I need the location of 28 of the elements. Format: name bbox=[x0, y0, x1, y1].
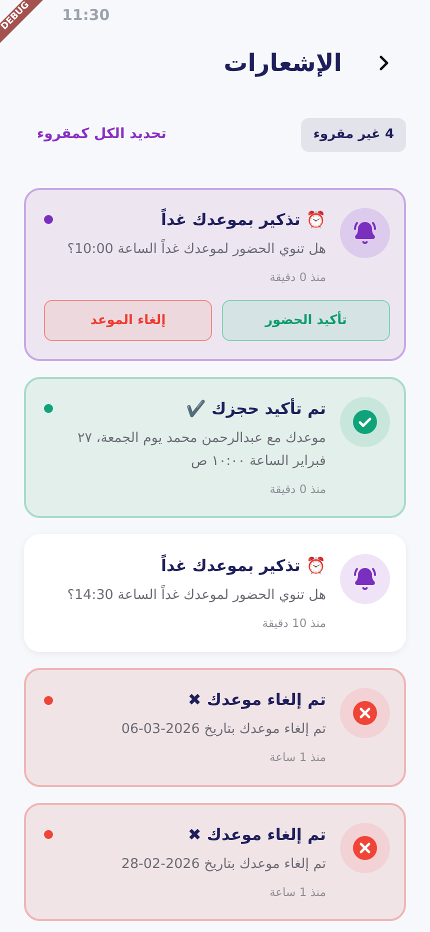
close-circle-icon bbox=[353, 701, 377, 726]
notification-card[interactable]: تم إلغاء موعدك ✖ تم إلغاء موعدك بتاريخ 2026-02-28 منذ 1 ساعة bbox=[24, 802, 406, 921]
notification-time: منذ 0 دقيقة bbox=[268, 480, 326, 498]
mark-all-read-link[interactable]: تحديد الكل كمقروء bbox=[24, 124, 166, 146]
notification-title: تم إلغاء موعدك ✖ bbox=[188, 689, 326, 712]
page-title: الإشعارات bbox=[224, 48, 342, 79]
close-circle-icon bbox=[353, 836, 377, 860]
notification-card[interactable]: تم إلغاء موعدك ✖ تم إلغاء موعدك بتاريخ 2026-03-06 منذ 1 ساعة bbox=[24, 668, 406, 786]
notification-body: هل تنوي الحضور لموعدك غداً الساعة 14:30؟ bbox=[66, 584, 326, 605]
notification-time: منذ 0 دقيقة bbox=[268, 268, 326, 286]
notification-title: ⏰ تذكير بموعدك غداً bbox=[160, 554, 326, 577]
unread-count-badge: 4 غير مقروء bbox=[301, 118, 406, 152]
notification-title: تم إلغاء موعدك ✖ bbox=[188, 824, 326, 846]
status-time: 11:30 bbox=[62, 4, 110, 26]
notification-card[interactable]: تم تأكيد حجزك ✔ موعدك مع عبدالرحمن محمد يوم الجمعة، ٢٧ فبراير الساعة ١٠:٠٠ ص منذ 0 دقيقة bbox=[24, 376, 406, 518]
notification-time: منذ 1 ساعة bbox=[268, 884, 326, 900]
notification-time: منذ 10 دقيقة bbox=[261, 615, 326, 632]
bell-icon bbox=[353, 567, 377, 591]
notification-title: ⏰ تذكير بموعدك غداً bbox=[160, 208, 326, 231]
notification-time: منذ 1 ساعة bbox=[268, 749, 326, 766]
notification-card[interactable]: ⏰ تذكير بموعدك غداً هل تنوي الحضور لموعدك غداً الساعة 14:30؟ منذ 10 دقيقة bbox=[24, 534, 406, 652]
notification-title: تم تأكيد حجزك ✔ bbox=[186, 397, 326, 420]
notification-body: هل تنوي الحضور لموعدك غداً الساعة 10:00؟ bbox=[66, 238, 326, 258]
notification-body: تم إلغاء موعدك بتاريخ 2026-03-06 bbox=[120, 720, 326, 740]
notification-body: موعدك مع عبدالرحمن محمد يوم الجمعة، ٢٧ فبراير الساعة ١٠:٠٠ ص bbox=[76, 428, 326, 471]
check-circle-icon bbox=[353, 410, 377, 434]
notification-body: تم إلغاء موعدك بتاريخ 2026-02-28 bbox=[120, 854, 326, 874]
bell-icon bbox=[353, 220, 377, 244]
